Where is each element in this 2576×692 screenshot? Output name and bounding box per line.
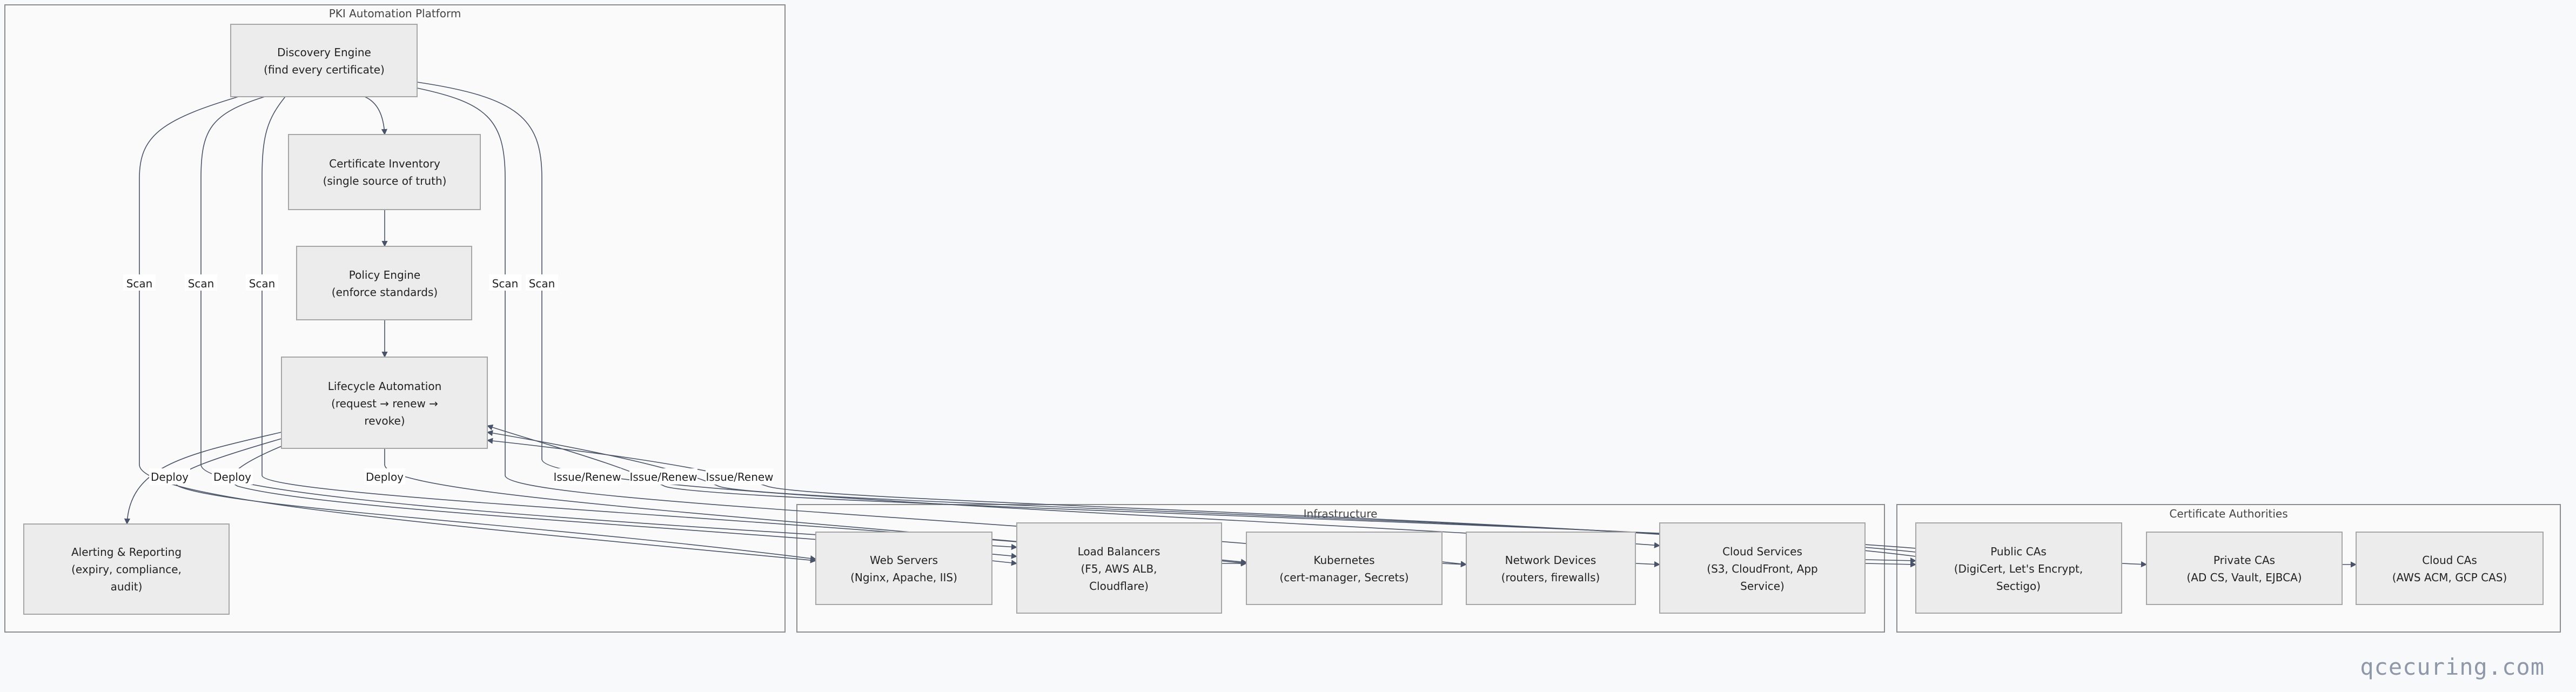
group-pki-platform-title: PKI Automation Platform	[329, 7, 461, 20]
node-cloud-cas[interactable]: Cloud CAs (AWS ACM, GCP CAS)	[2356, 532, 2544, 605]
node-cloud-cas-line-2: (AWS ACM, GCP CAS)	[2392, 571, 2507, 584]
watermark: qcecuring.com	[2360, 654, 2545, 680]
edge-label-issue-renew-2: Issue/Renew	[629, 471, 697, 483]
node-certificate-inventory[interactable]: Certificate Inventory (single source of …	[288, 134, 481, 210]
node-policy-engine-line-2: (enforce standards)	[332, 286, 438, 299]
node-load-balancers[interactable]: Load Balancers (F5, AWS ALB, Cloudflare)	[1016, 522, 1222, 614]
architecture-diagram: PKI Automation Platform Infrastructure C…	[4, 4, 2561, 633]
node-kubernetes-line-1: Kubernetes	[1313, 554, 1374, 567]
edge-label-scan-5: Scan	[529, 277, 555, 290]
node-certificate-inventory-line-1: Certificate Inventory	[329, 157, 440, 170]
node-policy-engine-line-1: Policy Engine	[349, 268, 420, 281]
node-public-cas-line-1: Public CAs	[1990, 545, 2047, 558]
edge-label-deploy-2: Deploy	[213, 471, 251, 483]
edge-label-scan-4: Scan	[492, 277, 519, 290]
node-certificate-inventory-line-2: (single source of truth)	[323, 174, 447, 187]
node-load-balancers-line-1: Load Balancers	[1078, 545, 1160, 558]
node-alerting-reporting-line-3: audit)	[111, 580, 143, 593]
node-network-devices-line-1: Network Devices	[1505, 554, 1596, 567]
node-public-cas-line-3: Sectigo)	[1996, 580, 2041, 593]
edge-label-issue-renew-1: Issue/Renew	[553, 471, 621, 483]
edge-label-deploy-1: Deploy	[151, 471, 189, 483]
node-kubernetes-line-2: (cert-manager, Secrets)	[1279, 571, 1408, 584]
node-load-balancers-line-2: (F5, AWS ALB,	[1081, 562, 1157, 575]
edge-label-issue-renew-3: Issue/Renew	[706, 471, 773, 483]
node-private-cas-line-1: Private CAs	[2213, 554, 2275, 567]
node-discovery-engine[interactable]: Discovery Engine (find every certificate…	[230, 24, 418, 97]
node-cloud-services-line-3: Service)	[1740, 580, 1785, 593]
node-cloud-services[interactable]: Cloud Services (S3, CloudFront, App Serv…	[1659, 522, 1866, 614]
node-lifecycle-automation[interactable]: Lifecycle Automation (request → renew → …	[281, 357, 488, 449]
node-discovery-engine-line-2: (find every certificate)	[264, 63, 385, 76]
node-public-cas[interactable]: Public CAs (DigiCert, Let's Encrypt, Sec…	[1915, 522, 2122, 614]
node-private-cas-line-2: (AD CS, Vault, EJBCA)	[2186, 571, 2302, 584]
node-alerting-reporting-line-2: (expiry, compliance,	[71, 563, 182, 576]
node-policy-engine[interactable]: Policy Engine (enforce standards)	[296, 246, 472, 320]
node-cloud-cas-line-1: Cloud CAs	[2422, 554, 2477, 567]
node-load-balancers-line-3: Cloudflare)	[1089, 580, 1149, 593]
node-lifecycle-automation-line-1: Lifecycle Automation	[328, 380, 442, 393]
group-certificate-authorities-title: Certificate Authorities	[2169, 507, 2287, 520]
node-lifecycle-automation-line-2: (request → renew →	[331, 397, 438, 410]
node-cloud-services-line-1: Cloud Services	[1722, 545, 1802, 558]
node-alerting-reporting[interactable]: Alerting & Reporting (expiry, compliance…	[23, 523, 230, 615]
node-private-cas[interactable]: Private CAs (AD CS, Vault, EJBCA)	[2146, 532, 2343, 605]
node-public-cas-line-2: (DigiCert, Let's Encrypt,	[1954, 562, 2083, 575]
node-lifecycle-automation-line-3: revoke)	[364, 414, 405, 427]
node-web-servers-line-1: Web Servers	[870, 554, 938, 567]
edge-label-scan-1: Scan	[126, 277, 153, 290]
node-network-devices-line-2: (routers, firewalls)	[1501, 571, 1600, 584]
edge-label-scan-2: Scan	[188, 277, 214, 290]
node-web-servers-line-2: (Nginx, Apache, IIS)	[850, 571, 957, 584]
node-web-servers[interactable]: Web Servers (Nginx, Apache, IIS)	[815, 532, 992, 605]
node-alerting-reporting-line-1: Alerting & Reporting	[71, 546, 182, 559]
edge-label-deploy-3: Deploy	[366, 471, 404, 483]
edge-label-scan-3: Scan	[249, 277, 276, 290]
node-kubernetes[interactable]: Kubernetes (cert-manager, Secrets)	[1246, 532, 1443, 605]
node-discovery-engine-line-1: Discovery Engine	[277, 46, 371, 59]
node-cloud-services-line-2: (S3, CloudFront, App	[1707, 562, 1817, 575]
node-network-devices[interactable]: Network Devices (routers, firewalls)	[1466, 532, 1636, 605]
